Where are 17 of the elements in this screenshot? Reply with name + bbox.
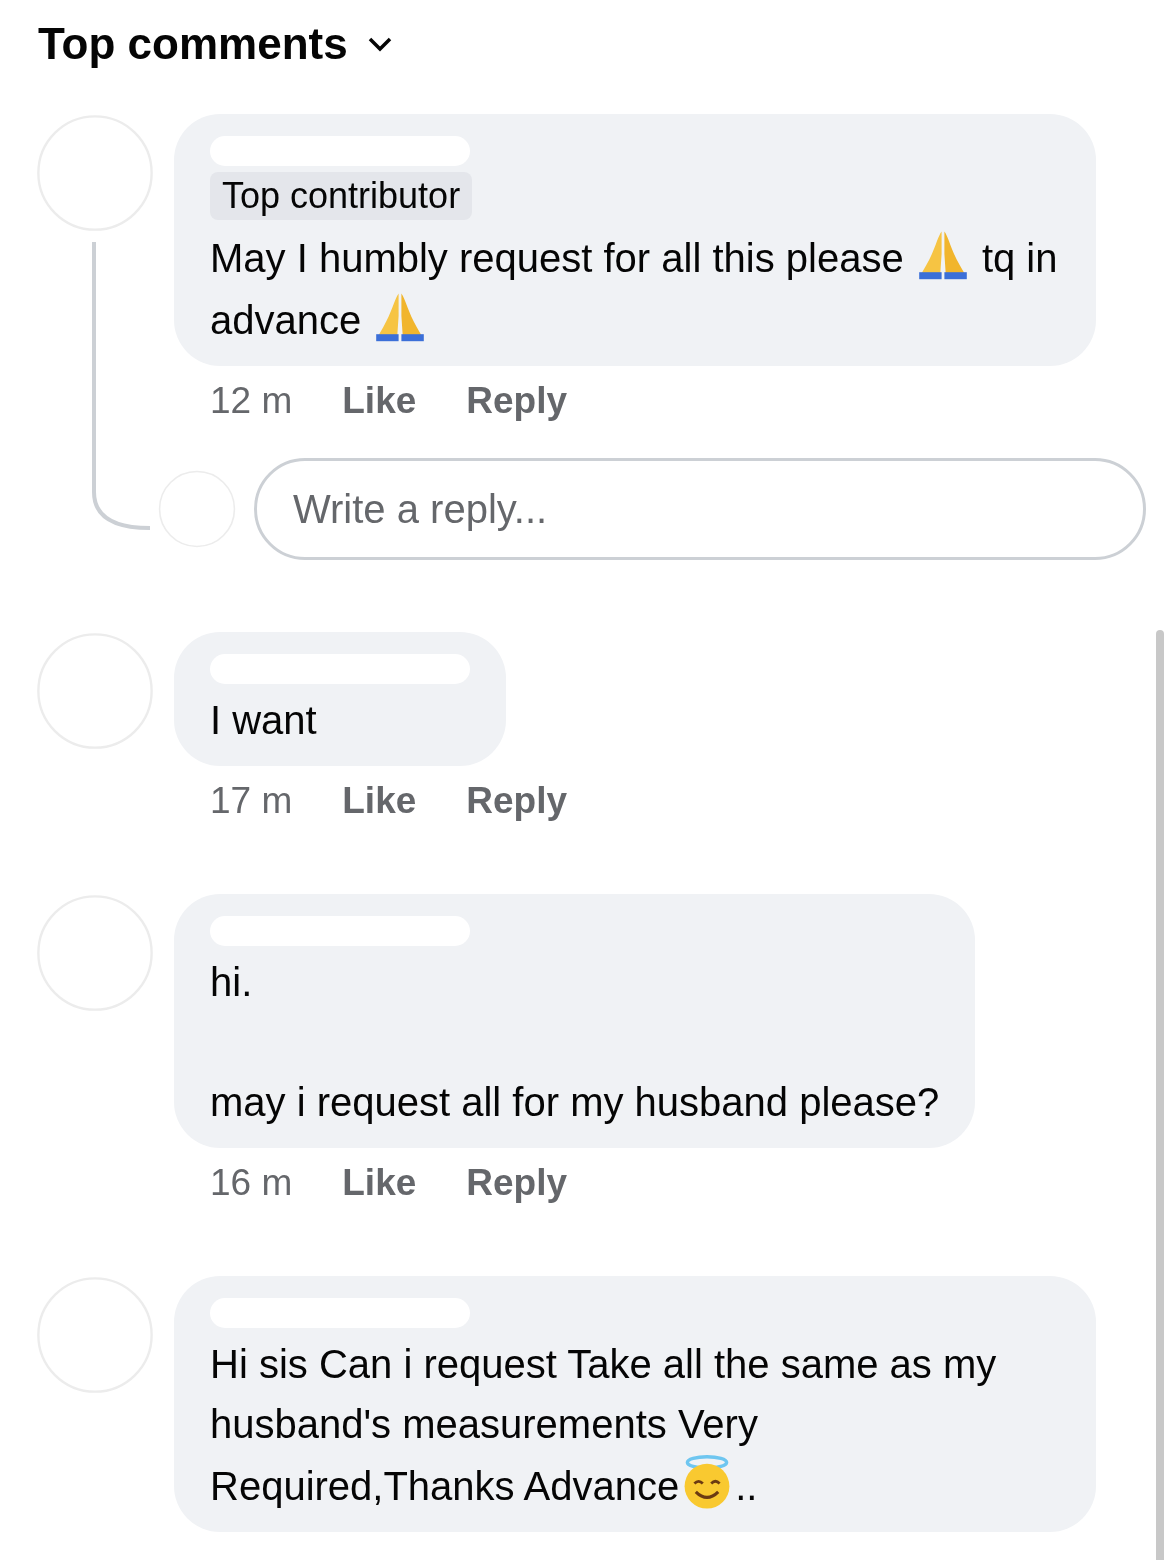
- section-title[interactable]: Top comments: [38, 19, 348, 69]
- comment-text: I want: [210, 697, 317, 744]
- scrollbar[interactable]: [1156, 630, 1164, 1560]
- comment-time: 16 m: [210, 1162, 293, 1204]
- like-link[interactable]: Like: [342, 380, 417, 422]
- comment-text: Hi sis Can i request Take all the same as my husband's measurements Very Required,Thanks Advance ..: [210, 1341, 998, 1512]
- reply-link[interactable]: Reply: [466, 380, 568, 422]
- comment-text: May I humbly request for all this please tq in advance: [210, 226, 1060, 350]
- comment-time: 17 m: [210, 780, 293, 822]
- reply-link[interactable]: Reply: [466, 1162, 568, 1204]
- like-link[interactable]: Like: [342, 780, 417, 822]
- like-link[interactable]: Like: [342, 1162, 417, 1204]
- reply-link[interactable]: Reply: [466, 780, 568, 822]
- comment-text: hi. may i request all for my husband please?: [210, 959, 940, 1126]
- reply-field[interactable]: Write a reply...: [254, 458, 1146, 560]
- comment-time: 12 m: [210, 380, 293, 422]
- contributor-badge: Top contributor: [210, 172, 473, 220]
